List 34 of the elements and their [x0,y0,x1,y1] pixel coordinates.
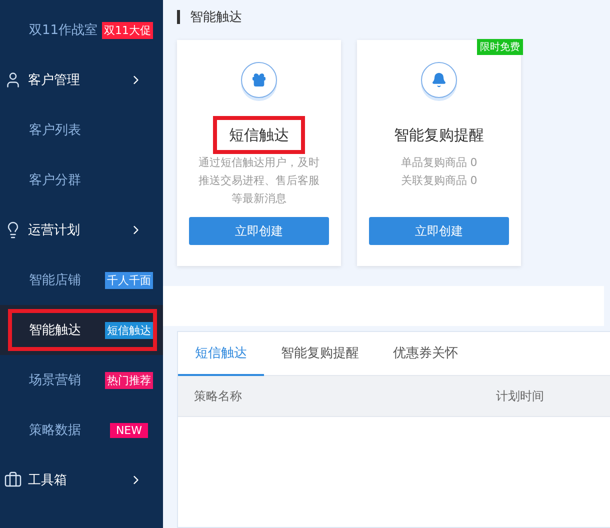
tab[interactable]: 优惠券关怀 [376,332,475,376]
menu-item[interactable]: 场景营销 热门推荐 [0,355,163,405]
card-description: 推送交易进程、售后客服 [198,173,320,189]
column-header: 计划时间 [496,388,545,404]
card-title: 短信触达 [213,116,305,154]
menu-icon [4,471,22,489]
card-description: 单品复购商品 0 [400,155,478,171]
menu-badge: NEW [110,422,148,438]
menu-group[interactable]: 工具箱 [28,471,67,489]
bell-icon [421,62,457,98]
card-description: 等最新消息 [232,191,286,207]
menu-group[interactable]: 客户管理 [28,71,80,89]
page-title: 智能触达 [190,9,242,26]
menu-item[interactable]: 客户列表 [0,105,163,155]
menu-item[interactable]: 客户分群 [0,155,163,205]
create-button[interactable]: 立即创建 [369,217,509,245]
gift-icon [241,62,277,98]
menu-item[interactable]: 智能店铺 千人千面 [0,255,163,305]
create-button[interactable]: 立即创建 [189,217,329,245]
tab[interactable]: 智能复购提醒 [264,332,376,376]
menu-group[interactable]: 运营计划 [28,221,80,239]
menu-item[interactable]: 智能触达 短信触达 [0,305,163,355]
card-title: 智能复购提醒 [393,125,485,146]
menu-badge: 热门推荐 [105,372,153,388]
card-description: 通过短信触达用户，及时 [198,155,320,171]
card-ribbon: 限时免费 [477,39,523,55]
menu-item[interactable]: 策略数据 NEW [0,405,163,455]
menu-item[interactable]: 双11作战室 双11大促 [0,5,163,55]
menu-badge: 千人千面 [105,272,153,288]
card-description: 关联复购商品 0 [400,173,478,189]
menu-badge: 双11大促 [102,22,153,38]
menu-badge: 短信触达 [105,322,153,338]
menu-icon [4,71,22,89]
column-header: 策略名称 [194,388,243,404]
